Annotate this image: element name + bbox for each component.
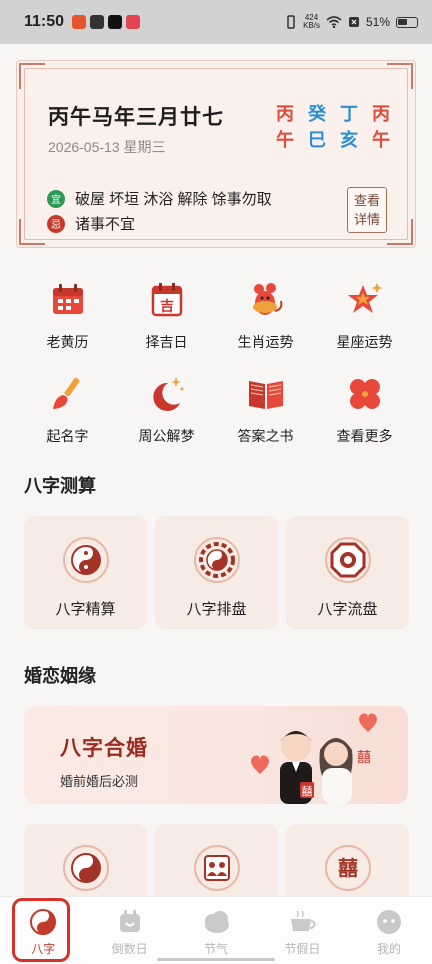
feature-zodiac[interactable]: 生肖运势	[216, 280, 315, 352]
net-speed: 424 KB/s	[303, 13, 320, 30]
status-time: 11:50	[24, 13, 65, 30]
wifi-icon	[326, 16, 342, 28]
calendar-icon	[48, 280, 88, 320]
yi-text: 破屋 坏垣 沐浴 解除 馀事勿取	[75, 191, 272, 208]
moon-icon	[147, 374, 187, 414]
bazi-chart-card[interactable]: 八字排盘	[155, 516, 278, 629]
taiji-icon	[62, 536, 110, 584]
cup-icon	[287, 907, 317, 937]
ganzhi-stem: 丁	[340, 104, 358, 124]
cloud-icon	[201, 907, 231, 937]
banner-subtitle: 婚前婚后必测	[60, 774, 139, 789]
taiji-icon	[62, 844, 110, 892]
bazi-flow-card[interactable]: 八字流盘	[286, 516, 409, 629]
feature-auspicious-day[interactable]: 吉 择吉日	[117, 280, 216, 352]
banner-title: 八字合婚	[60, 737, 148, 760]
svg-text:囍: 囍	[338, 857, 358, 880]
countdown-icon	[115, 907, 145, 937]
ganzhi-branch: 午	[372, 130, 390, 150]
ganzhi-branch: 午	[276, 130, 294, 150]
sim-icon	[348, 17, 359, 27]
auspicious-day-icon: 吉	[147, 280, 187, 320]
marriage-card-taiji[interactable]	[24, 824, 147, 904]
feature-horoscope[interactable]: 星座运势	[315, 280, 414, 352]
view-details-button[interactable]: 查看 详情	[347, 187, 387, 233]
ji-badge: 忌	[47, 214, 65, 233]
ganzhi-stem: 丙	[372, 104, 390, 124]
ganzhi-pillars: 丙 癸 丁 丙 午 巳 亥 午	[269, 103, 397, 151]
corner-ornament	[387, 219, 413, 245]
almanac-card[interactable]: 丙午马年三月廿七 2026-05-13 星期三 丙 癸 丁 丙 午 巳 亥 午 …	[16, 60, 416, 248]
vibrate-icon	[287, 15, 295, 29]
app-notification-icon	[90, 15, 105, 29]
marriage-match-banner[interactable]: 八字合婚 婚前婚后必测 囍 囍	[24, 706, 408, 804]
book-icon	[246, 374, 286, 414]
wedding-couple-illustration: 囍 囍	[251, 713, 377, 804]
couple-icon	[193, 844, 241, 892]
ganzhi-branch: 亥	[340, 130, 358, 150]
star-icon	[345, 280, 385, 320]
home-indicator	[157, 958, 275, 961]
tab-solar-terms[interactable]: 节气	[173, 897, 259, 964]
feature-grid: 老黄历 吉 择吉日 生肖运势 星座运势 起名字 周公解梦 答案之书 查看更多	[18, 280, 414, 446]
double-happiness-icon: 囍	[324, 844, 372, 892]
tab-countdown[interactable]: 倒数日	[86, 897, 172, 964]
feature-more[interactable]: 查看更多	[315, 374, 414, 446]
corner-ornament	[19, 219, 45, 245]
bagua-icon	[193, 536, 241, 584]
notification-icons	[72, 15, 141, 29]
feature-dream[interactable]: 周公解梦	[117, 374, 216, 446]
svg-text:吉: 吉	[160, 298, 174, 314]
banner-badge-text: 囍	[302, 785, 313, 798]
feature-almanac[interactable]: 老黄历	[18, 280, 117, 352]
gregorian-date: 2026-05-13 星期三	[48, 139, 166, 155]
lunar-date: 丙午马年三月廿七	[48, 106, 224, 129]
section-title-bazi: 八字测算	[24, 476, 96, 496]
corner-ornament	[19, 63, 45, 89]
bazi-cards: 八字精算 八字排盘 八字流盘	[24, 516, 409, 629]
marriage-card-couple[interactable]	[155, 824, 278, 904]
bazi-precise-card[interactable]: 八字精算	[24, 516, 147, 629]
feature-naming[interactable]: 起名字	[18, 374, 117, 446]
battery-icon	[396, 16, 418, 28]
ganzhi-stem: 癸	[308, 104, 326, 124]
tiktok-icon	[108, 15, 123, 29]
yi-badge: 宜	[47, 189, 65, 208]
ji-text: 诸事不宜	[75, 216, 136, 233]
more-icon	[345, 374, 385, 414]
app-notification-icon	[126, 15, 141, 29]
zodiac-rat-icon	[246, 280, 286, 320]
feature-answer-book[interactable]: 答案之书	[216, 374, 315, 446]
ganzhi-branch: 巳	[308, 130, 326, 150]
banner-badge-text: 囍	[357, 749, 371, 765]
octagon-icon	[324, 536, 372, 584]
profile-icon	[374, 907, 404, 937]
corner-ornament	[387, 63, 413, 89]
section-title-marriage: 婚恋姻缘	[24, 666, 96, 686]
tab-profile[interactable]: 我的	[346, 897, 432, 964]
ji-row: 忌 诸事不宜	[47, 213, 135, 234]
status-bar: 11:50 424 KB/s 51%	[0, 0, 432, 44]
tab-holidays[interactable]: 节假日	[259, 897, 345, 964]
marriage-card-double-happiness[interactable]: 囍	[286, 824, 409, 904]
battery-percent: 51%	[365, 15, 390, 29]
app-notification-icon	[72, 15, 87, 29]
active-tab-highlight	[12, 898, 70, 962]
yi-row: 宜 破屋 坏垣 沐浴 解除 馀事勿取	[47, 188, 272, 209]
brush-icon	[48, 374, 88, 414]
ganzhi-stem: 丙	[276, 104, 294, 124]
marriage-cards: 囍	[24, 824, 409, 904]
